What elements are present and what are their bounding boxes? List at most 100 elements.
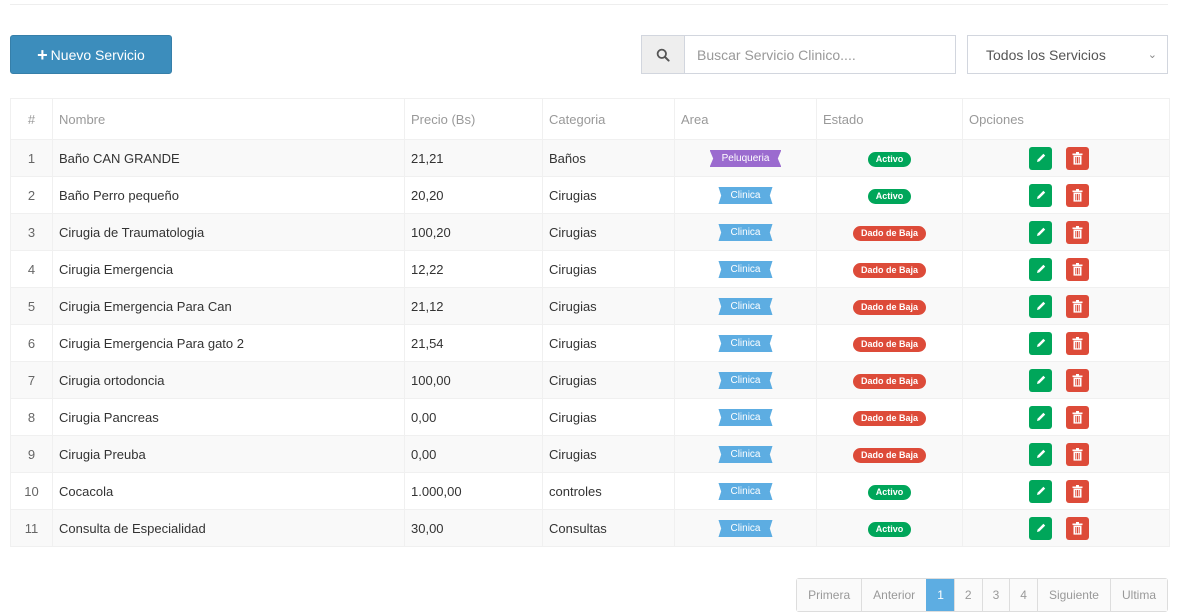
cell-area: Clinica: [674, 472, 817, 510]
edit-button[interactable]: [1029, 442, 1052, 466]
page-2[interactable]: 2: [953, 579, 982, 611]
cell-num: 1: [10, 139, 53, 177]
delete-button[interactable]: [1066, 516, 1089, 540]
area-label: Peluqueria: [709, 150, 782, 167]
edit-button[interactable]: [1029, 331, 1052, 355]
delete-button[interactable]: [1066, 442, 1089, 466]
edit-button[interactable]: [1029, 479, 1052, 503]
new-service-button[interactable]: + Nuevo Servicio: [10, 35, 172, 74]
table-row: 7 Cirugia ortodoncia 100,00 Cirugias Clinica…: [10, 361, 1170, 399]
delete-button[interactable]: [1066, 294, 1089, 318]
header-area[interactable]: Area: [674, 98, 817, 140]
cell-status: Dado de Baja: [816, 435, 963, 473]
status-badge: Dado de Baja: [852, 410, 926, 426]
delete-button[interactable]: [1066, 479, 1089, 503]
page-first[interactable]: Primera: [797, 579, 862, 611]
top-divider: [10, 4, 1168, 5]
cell-options: [962, 213, 1170, 251]
cell-name: Cirugia ortodoncia: [52, 361, 405, 399]
status-badge: Activo: [867, 151, 912, 167]
status-badge: Dado de Baja: [852, 299, 926, 315]
cell-options: [962, 139, 1170, 177]
area-label: Clinica: [718, 298, 773, 315]
header-name[interactable]: Nombre: [52, 98, 405, 140]
cell-category: Cirugias: [542, 361, 675, 399]
row-actions: [969, 294, 1163, 318]
trash-icon: [1072, 410, 1083, 424]
delete-button[interactable]: [1066, 257, 1089, 281]
trash-icon: [1072, 447, 1083, 461]
row-actions: [969, 516, 1163, 540]
area-label: Clinica: [718, 483, 773, 500]
delete-button[interactable]: [1066, 220, 1089, 244]
plus-icon: +: [37, 44, 48, 65]
edit-button[interactable]: [1029, 516, 1052, 540]
cell-category: Consultas: [542, 509, 675, 547]
cell-price: 100,20: [404, 213, 543, 251]
cell-category: Cirugias: [542, 435, 675, 473]
cell-price: 1.000,00: [404, 472, 543, 510]
page-1[interactable]: 1: [926, 579, 954, 611]
services-table: # Nombre Precio (Bs) Categoria Area Esta…: [10, 98, 1170, 547]
cell-options: [962, 509, 1170, 547]
edit-button[interactable]: [1029, 368, 1052, 392]
delete-button[interactable]: [1066, 368, 1089, 392]
cell-status: Activo: [816, 139, 963, 177]
edit-button[interactable]: [1029, 405, 1052, 429]
cell-num: 4: [10, 250, 53, 288]
edit-button[interactable]: [1029, 257, 1052, 281]
cell-category: Cirugias: [542, 213, 675, 251]
cell-price: 21,21: [404, 139, 543, 177]
status-badge: Dado de Baja: [852, 373, 926, 389]
search-input[interactable]: [685, 36, 955, 73]
area-label: Clinica: [718, 446, 773, 463]
service-filter-select[interactable]: Todos los Servicios ⌄: [967, 35, 1168, 74]
edit-button[interactable]: [1029, 183, 1052, 207]
cell-category: Cirugias: [542, 287, 675, 325]
cell-options: [962, 250, 1170, 288]
cell-name: Cirugia Pancreas: [52, 398, 405, 436]
page-prev[interactable]: Anterior: [861, 579, 927, 611]
trash-icon: [1072, 336, 1083, 350]
cell-status: Dado de Baja: [816, 324, 963, 362]
pencil-icon: [1035, 300, 1047, 312]
header-status[interactable]: Estado: [816, 98, 963, 140]
edit-button[interactable]: [1029, 146, 1052, 170]
cell-num: 5: [10, 287, 53, 325]
page-next[interactable]: Siguiente: [1036, 579, 1110, 611]
cell-name: Baño Perro pequeño: [52, 176, 405, 214]
search-icon: [642, 36, 685, 73]
page-4[interactable]: 4: [1009, 579, 1037, 611]
cell-options: [962, 472, 1170, 510]
cell-num: 2: [10, 176, 53, 214]
cell-status: Dado de Baja: [816, 250, 963, 288]
pencil-icon: [1035, 337, 1047, 349]
edit-button[interactable]: [1029, 294, 1052, 318]
table-row: 9 Cirugia Preuba 0,00 Cirugias Clinica Dado d…: [10, 435, 1170, 473]
area-label: Clinica: [718, 187, 773, 204]
page-3[interactable]: 3: [981, 579, 1010, 611]
cell-area: Clinica: [674, 213, 817, 251]
table-row: 5 Cirugia Emergencia Para Can 21,12 Cirugia…: [10, 287, 1170, 325]
header-category[interactable]: Categoria: [542, 98, 675, 140]
cell-area: Peluqueria: [674, 139, 817, 177]
status-badge: Activo: [867, 484, 912, 500]
table-header-row: # Nombre Precio (Bs) Categoria Area Esta…: [10, 98, 1170, 140]
delete-button[interactable]: [1066, 146, 1089, 170]
page-last[interactable]: Ultima: [1109, 579, 1167, 611]
table-row: 2 Baño Perro pequeño 20,20 Cirugias Clinica A…: [10, 176, 1170, 214]
delete-button[interactable]: [1066, 405, 1089, 429]
cell-name: Consulta de Especialidad: [52, 509, 405, 547]
header-price[interactable]: Precio (Bs): [404, 98, 543, 140]
cell-area: Clinica: [674, 287, 817, 325]
delete-button[interactable]: [1066, 331, 1089, 355]
cell-options: [962, 435, 1170, 473]
service-filter-value: Todos los Servicios: [986, 46, 1106, 63]
pencil-icon: [1035, 411, 1047, 423]
cell-name: Baño CAN GRANDE: [52, 139, 405, 177]
trash-icon: [1072, 373, 1083, 387]
cell-category: Cirugias: [542, 250, 675, 288]
pencil-icon: [1035, 226, 1047, 238]
delete-button[interactable]: [1066, 183, 1089, 207]
edit-button[interactable]: [1029, 220, 1052, 244]
